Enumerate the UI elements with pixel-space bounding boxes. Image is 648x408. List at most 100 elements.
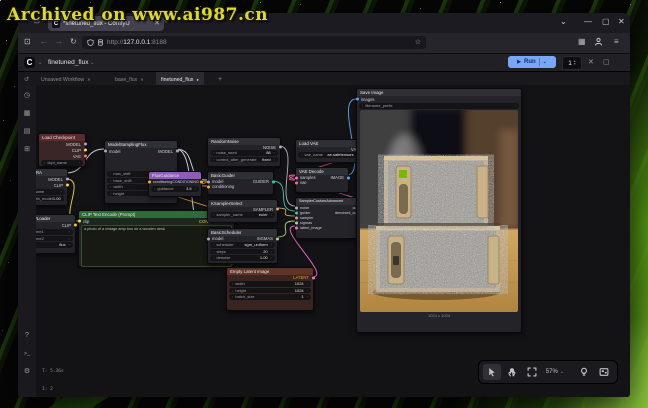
widget-vae-name[interactable]: vae_nameae.safetensors <box>298 152 361 158</box>
node-random-noise[interactable]: RandomNoise NOISE noise_seed88 control_a… <box>207 137 281 167</box>
output-port[interactable] <box>84 149 87 152</box>
terminal-icon[interactable]: >_ <box>18 351 36 357</box>
queue-panel-icon[interactable]: ▢ <box>603 58 610 66</box>
reload-icon[interactable]: ↻ <box>70 37 77 46</box>
node-dualclip-loader[interactable]: DualCLIPLoader CLIP clip_name1 clip_name… <box>36 214 76 254</box>
account-icon[interactable] <box>594 37 603 46</box>
model-library-icon[interactable]: ▤ <box>18 127 36 135</box>
widget-batch-size[interactable]: batch_size1 <box>229 294 311 300</box>
node-vae-decode[interactable]: VAE Decode samplesIMAGE vae <box>295 167 349 193</box>
input-port[interactable] <box>148 181 151 184</box>
logo-chevron-icon[interactable]: ⌄ <box>38 60 42 66</box>
output-port[interactable] <box>84 155 87 158</box>
output-port[interactable] <box>276 208 279 211</box>
widget-type[interactable]: typeflux <box>36 242 73 248</box>
menu-icon[interactable]: ≡ <box>614 37 619 46</box>
input-port[interactable] <box>356 98 359 101</box>
input-port[interactable] <box>295 211 298 214</box>
help-icon[interactable]: ? <box>18 332 36 339</box>
zoom-level-dropdown[interactable]: 57%⌄ <box>543 369 567 375</box>
widget-width[interactable]: width1024 <box>229 281 311 287</box>
output-port[interactable] <box>84 143 87 146</box>
widget-clip-name2[interactable]: clip_name2 <box>36 236 73 242</box>
input-port[interactable] <box>295 181 298 184</box>
widget-clip-name1[interactable]: clip_name1 <box>36 229 73 235</box>
widget-control-after-generate[interactable]: control_after_generatefixed <box>210 157 278 163</box>
output-port[interactable] <box>66 184 69 187</box>
pan-tool-button[interactable] <box>503 364 521 380</box>
add-workflow-icon[interactable]: + <box>218 76 222 83</box>
workflows-icon[interactable]: ⊞ <box>18 145 36 153</box>
cancel-run-icon[interactable]: ✕ <box>588 58 594 66</box>
input-port[interactable] <box>78 220 81 223</box>
input-port[interactable] <box>295 216 298 219</box>
page-info-icon[interactable] <box>97 39 104 46</box>
output-port[interactable] <box>347 176 350 179</box>
batch-count-input[interactable]: 1 ▴▾ <box>562 56 582 70</box>
widget-lora-name[interactable]: lora_name <box>36 189 65 195</box>
fit-view-button[interactable] <box>523 364 541 380</box>
minimize-icon[interactable]: — <box>584 17 592 26</box>
output-port[interactable] <box>279 146 282 149</box>
input-port[interactable] <box>104 150 107 153</box>
node-load-checkpoint[interactable]: Load Checkpoint MODEL CLIP VAE ckpt_name <box>38 133 86 167</box>
widget-height[interactable]: height1024 <box>229 288 311 294</box>
shield-icon[interactable] <box>87 39 94 46</box>
node-basic-guider[interactable]: BasicGuider modelGUIDER conditioning <box>207 171 274 195</box>
input-port[interactable] <box>207 185 210 188</box>
node-canvas[interactable]: Load Checkpoint MODEL CLIP VAE ckpt_name… <box>36 85 630 397</box>
widget-filename-prefix[interactable]: filename_prefix <box>359 103 519 109</box>
input-port[interactable] <box>295 176 298 179</box>
firefox-view-icon[interactable]: ⊡ <box>24 37 31 46</box>
widget-noise-seed[interactable]: noise_seed88 <box>210 150 278 156</box>
run-options-chevron-icon[interactable]: ⌄ <box>543 59 547 65</box>
window-close-icon[interactable]: ✕ <box>618 17 625 26</box>
output-port[interactable] <box>312 276 315 279</box>
node-ksampler-select[interactable]: KSamplerSelect SAMPLER sampler_nameeuler <box>207 199 278 223</box>
input-port[interactable] <box>295 226 298 229</box>
workflow-name[interactable]: finetuned_flux ⌄ <box>48 59 95 66</box>
node-empty-latent-image[interactable]: Empty Latent Image LATENT width1024 heig… <box>226 267 314 311</box>
queue-icon[interactable]: ◷ <box>18 91 36 99</box>
widget-sampler-name[interactable]: sampler_nameeuler <box>210 212 275 218</box>
select-tool-button[interactable] <box>483 364 501 380</box>
widget-guidance[interactable]: guidance3.5 <box>151 186 199 192</box>
toggle-lights-button[interactable] <box>575 364 593 380</box>
output-port[interactable] <box>272 180 275 183</box>
run-button[interactable]: ▶ Run ⌄ <box>508 56 556 68</box>
widget-scheduler[interactable]: schedulersgm_uniform <box>210 242 275 248</box>
output-port[interactable] <box>176 150 179 153</box>
maximize-icon[interactable]: ▢ <box>602 17 610 26</box>
widget-strength-model[interactable]: strength_model1.00 <box>36 196 65 202</box>
decrement-icon[interactable]: ▾ <box>574 63 576 66</box>
input-port[interactable] <box>207 237 210 240</box>
node-flux-guidance[interactable]: FluxGuidance conditioningCONDITIONING gu… <box>148 171 202 197</box>
url-bar[interactable]: http://127.0.0.1:8188 ☆ <box>82 36 426 49</box>
workflow-history-icon[interactable]: ↺ <box>24 76 29 83</box>
forward-icon[interactable]: → <box>55 37 63 46</box>
tab-close-icon[interactable]: ✕ <box>87 77 90 82</box>
bookmark-star-icon[interactable]: ☆ <box>415 39 421 46</box>
input-port[interactable] <box>207 180 210 183</box>
list-tabs-icon[interactable]: ⌄ <box>560 17 567 26</box>
output-port[interactable] <box>66 178 69 181</box>
settings-gear-icon[interactable]: ⚙ <box>18 367 36 375</box>
extensions-icon[interactable]: ▦ <box>578 37 586 46</box>
output-port[interactable] <box>200 181 203 184</box>
node-basic-scheduler[interactable]: BasicScheduler modelSIGMAS schedulersgm_… <box>207 228 278 264</box>
widget-denoise[interactable]: denoise1.00 <box>210 255 275 261</box>
input-port[interactable] <box>295 206 298 209</box>
comfyui-logo[interactable]: C <box>24 57 35 68</box>
node-load-lora[interactable]: Load LoRA MODEL CLIP lora_name strength_… <box>36 168 68 206</box>
back-icon[interactable]: ← <box>40 37 48 46</box>
minimap-button[interactable] <box>595 364 613 380</box>
node-library-icon[interactable]: ▦ <box>18 109 36 117</box>
widget-ckpt-name[interactable]: ckpt_name <box>41 160 83 166</box>
node-load-vae[interactable]: Load VAE VAE vae_nameae.safetensors <box>295 139 364 163</box>
input-port[interactable] <box>295 221 298 224</box>
node-save-image[interactable]: Save Image images filename_prefix <box>356 88 522 333</box>
tab-close-icon[interactable]: ✕ <box>140 77 143 82</box>
output-port[interactable] <box>74 224 77 227</box>
batch-count-stepper[interactable]: ▴▾ <box>574 60 576 66</box>
output-port[interactable] <box>276 237 279 240</box>
